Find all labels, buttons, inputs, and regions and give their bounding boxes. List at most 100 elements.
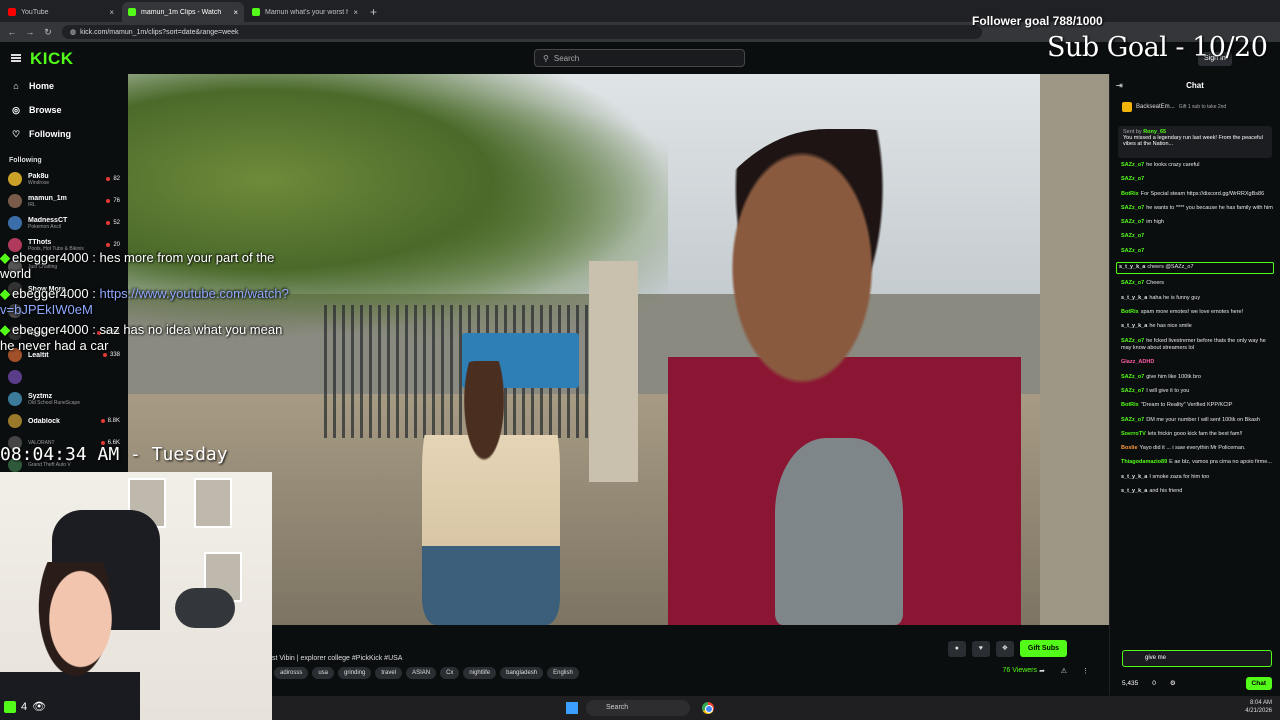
chat-input[interactable]: give me <box>1122 650 1272 667</box>
chrome-icon[interactable] <box>702 702 714 714</box>
chat-message: SAZz_o7 <box>1121 233 1274 241</box>
chat-username[interactable]: BotRix <box>1121 309 1139 315</box>
followed-channel[interactable]: mamun_1m IRL 76 <box>0 190 128 212</box>
chat-username[interactable]: s_t_y_k_a <box>1121 323 1147 329</box>
pinned-message[interactable]: Sent by Rony_65 You missed a legendary r… <box>1118 126 1272 158</box>
stream-tag[interactable]: nightlife <box>463 667 497 679</box>
chat-username[interactable]: SAZz_o7 <box>1121 162 1144 168</box>
chat-username[interactable]: SAZz_o7 <box>1121 219 1144 225</box>
follow-heart-icon[interactable]: ♥ <box>971 640 990 657</box>
followed-channel[interactable]: Odablock 8.8K <box>0 410 128 432</box>
chat-username[interactable]: SAZz_o7 <box>1121 248 1144 254</box>
chat-text: I smoke zaza for him too <box>1149 473 1210 480</box>
site-info-icon[interactable]: ◍ <box>70 28 76 36</box>
avatar <box>8 194 22 208</box>
viewer-count: 8.8K <box>107 418 120 424</box>
screen: YouTube × mamun_1m Clips - Watch × Mamun wha… <box>0 0 1280 720</box>
chat-username[interactable]: s_t_y_k_a <box>1119 264 1145 270</box>
browser-tab[interactable]: YouTube × <box>2 2 120 22</box>
chat-message: BotRix spam more emotes! we love emotes h… <box>1121 309 1274 317</box>
browser-tab[interactable]: mamun_1m Clips - Watch × <box>122 2 244 22</box>
stream-tag[interactable]: ASIAN <box>406 667 437 679</box>
close-tab-icon[interactable]: × <box>353 8 358 17</box>
chat-text: spam more emotes! we love emotes here! <box>1140 308 1244 315</box>
pin-icon[interactable]: ❖ <box>995 640 1014 657</box>
new-tab-icon[interactable]: + <box>370 2 377 22</box>
followed-channel[interactable]: MadnessCT Pokemon Ancil 52 <box>0 212 128 234</box>
chat-username[interactable]: SAZz_o7 <box>1121 417 1144 423</box>
stream-tag[interactable]: bangladesh <box>500 667 544 679</box>
sidebar-item-following[interactable]: ♡ Following <box>0 122 128 146</box>
sidebar-item-browse[interactable]: ◎ Browse <box>0 98 128 122</box>
windows-start-icon[interactable] <box>566 702 578 714</box>
chat-username[interactable]: Thiagodamazio89 <box>1121 459 1167 465</box>
gift-leaderboard[interactable]: BackseatEm... Gift 1 sub to take 2nd <box>1122 98 1272 116</box>
close-tab-icon[interactable]: × <box>109 8 114 17</box>
taskbar-search[interactable]: Search <box>586 700 690 716</box>
back-icon[interactable]: ← <box>6 27 18 37</box>
stream-tag[interactable]: travel <box>375 667 403 679</box>
browser-tab[interactable]: Mamun what's your worst hab × <box>246 2 364 22</box>
chat-username[interactable]: SAZz_o7 <box>1121 374 1144 380</box>
taskbar-clock[interactable]: 8:04 AM 4/21/2026 <box>1245 699 1272 715</box>
stream-tag[interactable]: Cx <box>440 667 460 679</box>
live-dot-icon <box>100 419 105 423</box>
channel-viewers: 20 <box>106 242 120 248</box>
channel-category: Pokemon Ancil <box>28 223 62 230</box>
chat-username[interactable]: BotRix <box>1121 191 1139 197</box>
channel-points[interactable]: 5,435 <box>1122 680 1138 687</box>
chat-message: SAZz_o7 DM me your number I will sent 100… <box>1121 417 1274 425</box>
chat-username[interactable]: BotRix <box>1121 402 1139 408</box>
send-chat-button[interactable]: Chat <box>1245 676 1272 690</box>
chat-text: I will give it to you <box>1146 387 1190 394</box>
chat-username[interactable]: s_t_y_k_a <box>1121 488 1147 494</box>
chat-username[interactable]: Boxlie <box>1121 445 1138 451</box>
close-tab-icon[interactable]: × <box>233 8 238 17</box>
tab-favicon-icon <box>8 8 16 16</box>
heart-icon: ♡ <box>11 128 21 139</box>
stream-tag[interactable]: English <box>547 667 579 679</box>
live-dot-icon <box>106 177 111 181</box>
chat-username[interactable]: Glazz_ADHD <box>1121 359 1154 365</box>
forward-icon[interactable]: → <box>24 27 36 37</box>
tab-favicon-icon <box>252 8 260 16</box>
chat-username[interactable]: SAZz_o7 <box>1121 388 1144 394</box>
chat-username[interactable]: SAZz_o7 <box>1121 280 1144 286</box>
cam-count-value: 4 <box>21 700 28 713</box>
stream-tag[interactable]: grinding <box>338 667 372 679</box>
chat-username[interactable]: SAZz_o7 <box>1121 338 1144 344</box>
report-icon[interactable]: ⚠ <box>1061 667 1067 675</box>
chat-text: and his friend <box>1149 488 1183 495</box>
overlay-chat: ◆ ebegger4000 : hes more from your part o… <box>0 250 300 358</box>
collapse-chat-icon[interactable]: ⇥ <box>1116 81 1123 90</box>
tab-favicon-icon <box>128 8 136 16</box>
video-pillar <box>589 261 639 482</box>
menu-icon[interactable] <box>11 54 21 62</box>
reload-icon[interactable]: ↻ <box>42 27 54 38</box>
notification-bell-icon[interactable]: ● <box>947 640 966 657</box>
chat-message: SAZz_o7 im high <box>1121 219 1274 227</box>
stream-tag[interactable]: adirosss <box>274 667 309 679</box>
kick-logo[interactable]: KICK <box>30 49 74 69</box>
channel-category: IRL <box>28 201 36 208</box>
followed-channel[interactable]: Pak8u Windrose 82 <box>0 168 128 190</box>
sidebar-item-home[interactable]: ⌂ Home <box>0 74 128 98</box>
share-icon[interactable]: ➦ <box>1039 667 1045 675</box>
chat-username[interactable]: SAZz_o7 <box>1121 233 1144 239</box>
more-options-icon[interactable]: ⋮ <box>1082 667 1089 675</box>
url-field[interactable]: ◍ kick.com/mamun_1m/clips?sort=date&rang… <box>62 25 982 39</box>
chat-username[interactable]: SAZz_o7 <box>1121 205 1144 211</box>
chat-username[interactable]: s_t_y_k_a <box>1121 295 1147 301</box>
stream-tag[interactable]: usa <box>312 667 335 679</box>
channel-name: Odablock <box>28 417 60 425</box>
chat-username[interactable]: SAZz_o7 <box>1121 176 1144 182</box>
gift-subs-button[interactable]: Gift Subs <box>1019 640 1067 657</box>
followed-channel[interactable] <box>0 366 128 388</box>
search-input[interactable]: ⚲ Search <box>534 49 745 67</box>
video-person-left <box>422 360 560 625</box>
followed-channel[interactable]: Syztmz Old School RuneScape <box>0 388 128 410</box>
settings-gear-icon[interactable]: ⚙ <box>1170 679 1176 687</box>
chat-username[interactable]: SoerroTV <box>1121 431 1146 437</box>
taskbar-date: 4/21/2026 <box>1245 708 1272 714</box>
chat-username[interactable]: s_t_y_k_a <box>1121 474 1147 480</box>
